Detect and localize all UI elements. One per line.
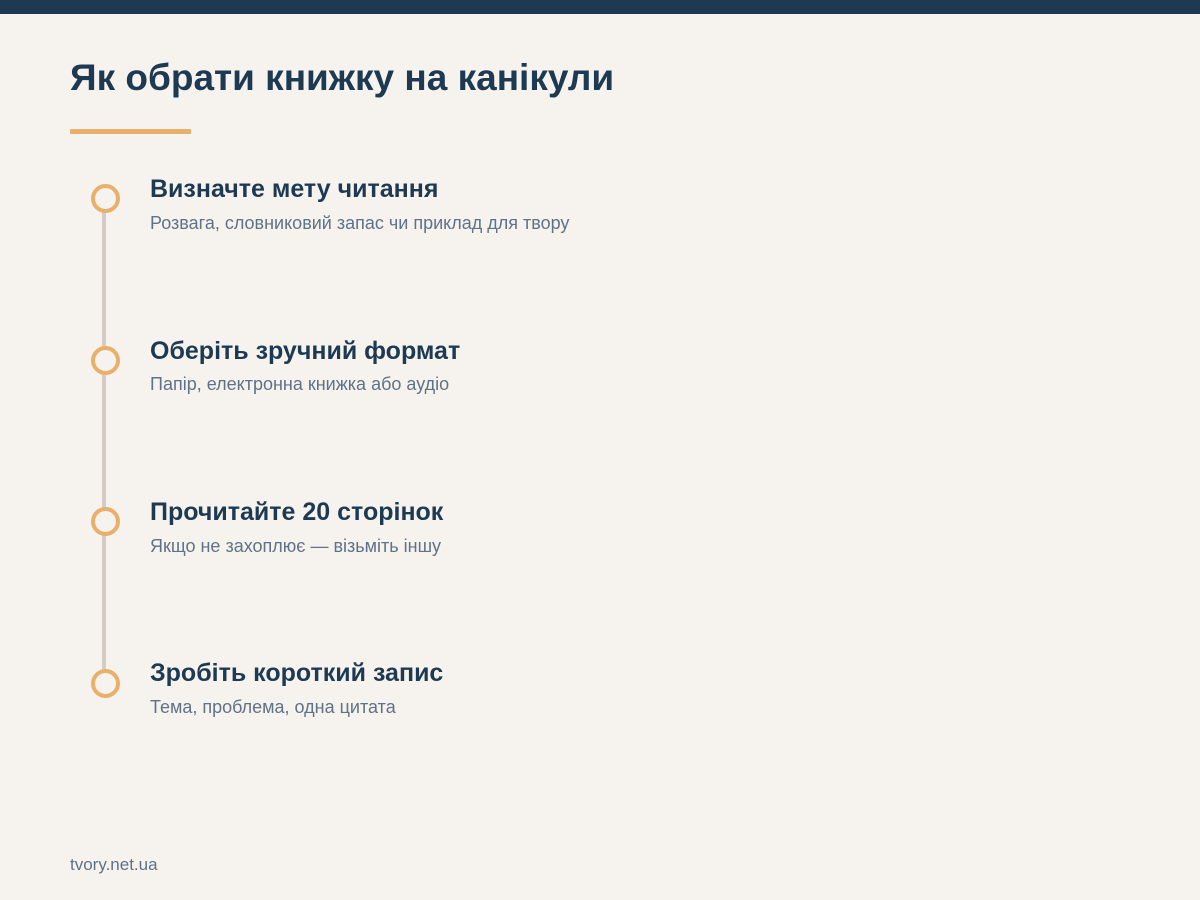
step-title-3: Прочитайте 20 сторінок (150, 498, 444, 526)
step-description-1: Розвага, словниковий запас чи приклад дл… (150, 213, 570, 233)
step-description-3: Якщо не захоплює — візьміть іншу (150, 536, 442, 556)
top-bar (0, 0, 1200, 14)
step-title-2: Оберіть зручний формат (150, 337, 461, 365)
step-description-2: Папір, електронна книжка або аудіо (150, 374, 450, 394)
title-underline (70, 129, 191, 134)
page-title: Як обрати книжку на канікули (70, 57, 615, 98)
step-description-4: Тема, проблема, одна цитата (150, 697, 396, 717)
step-title-1: Визначте мету читання (150, 175, 439, 203)
step-marker-4 (91, 669, 120, 698)
timeline-line (102, 197, 106, 683)
footer-site-name: tvory.net.ua (70, 855, 158, 874)
step-title-4: Зробіть короткий запис (150, 659, 444, 687)
step-marker-2 (91, 346, 120, 375)
step-marker-1 (91, 184, 120, 213)
step-marker-3 (91, 507, 120, 536)
